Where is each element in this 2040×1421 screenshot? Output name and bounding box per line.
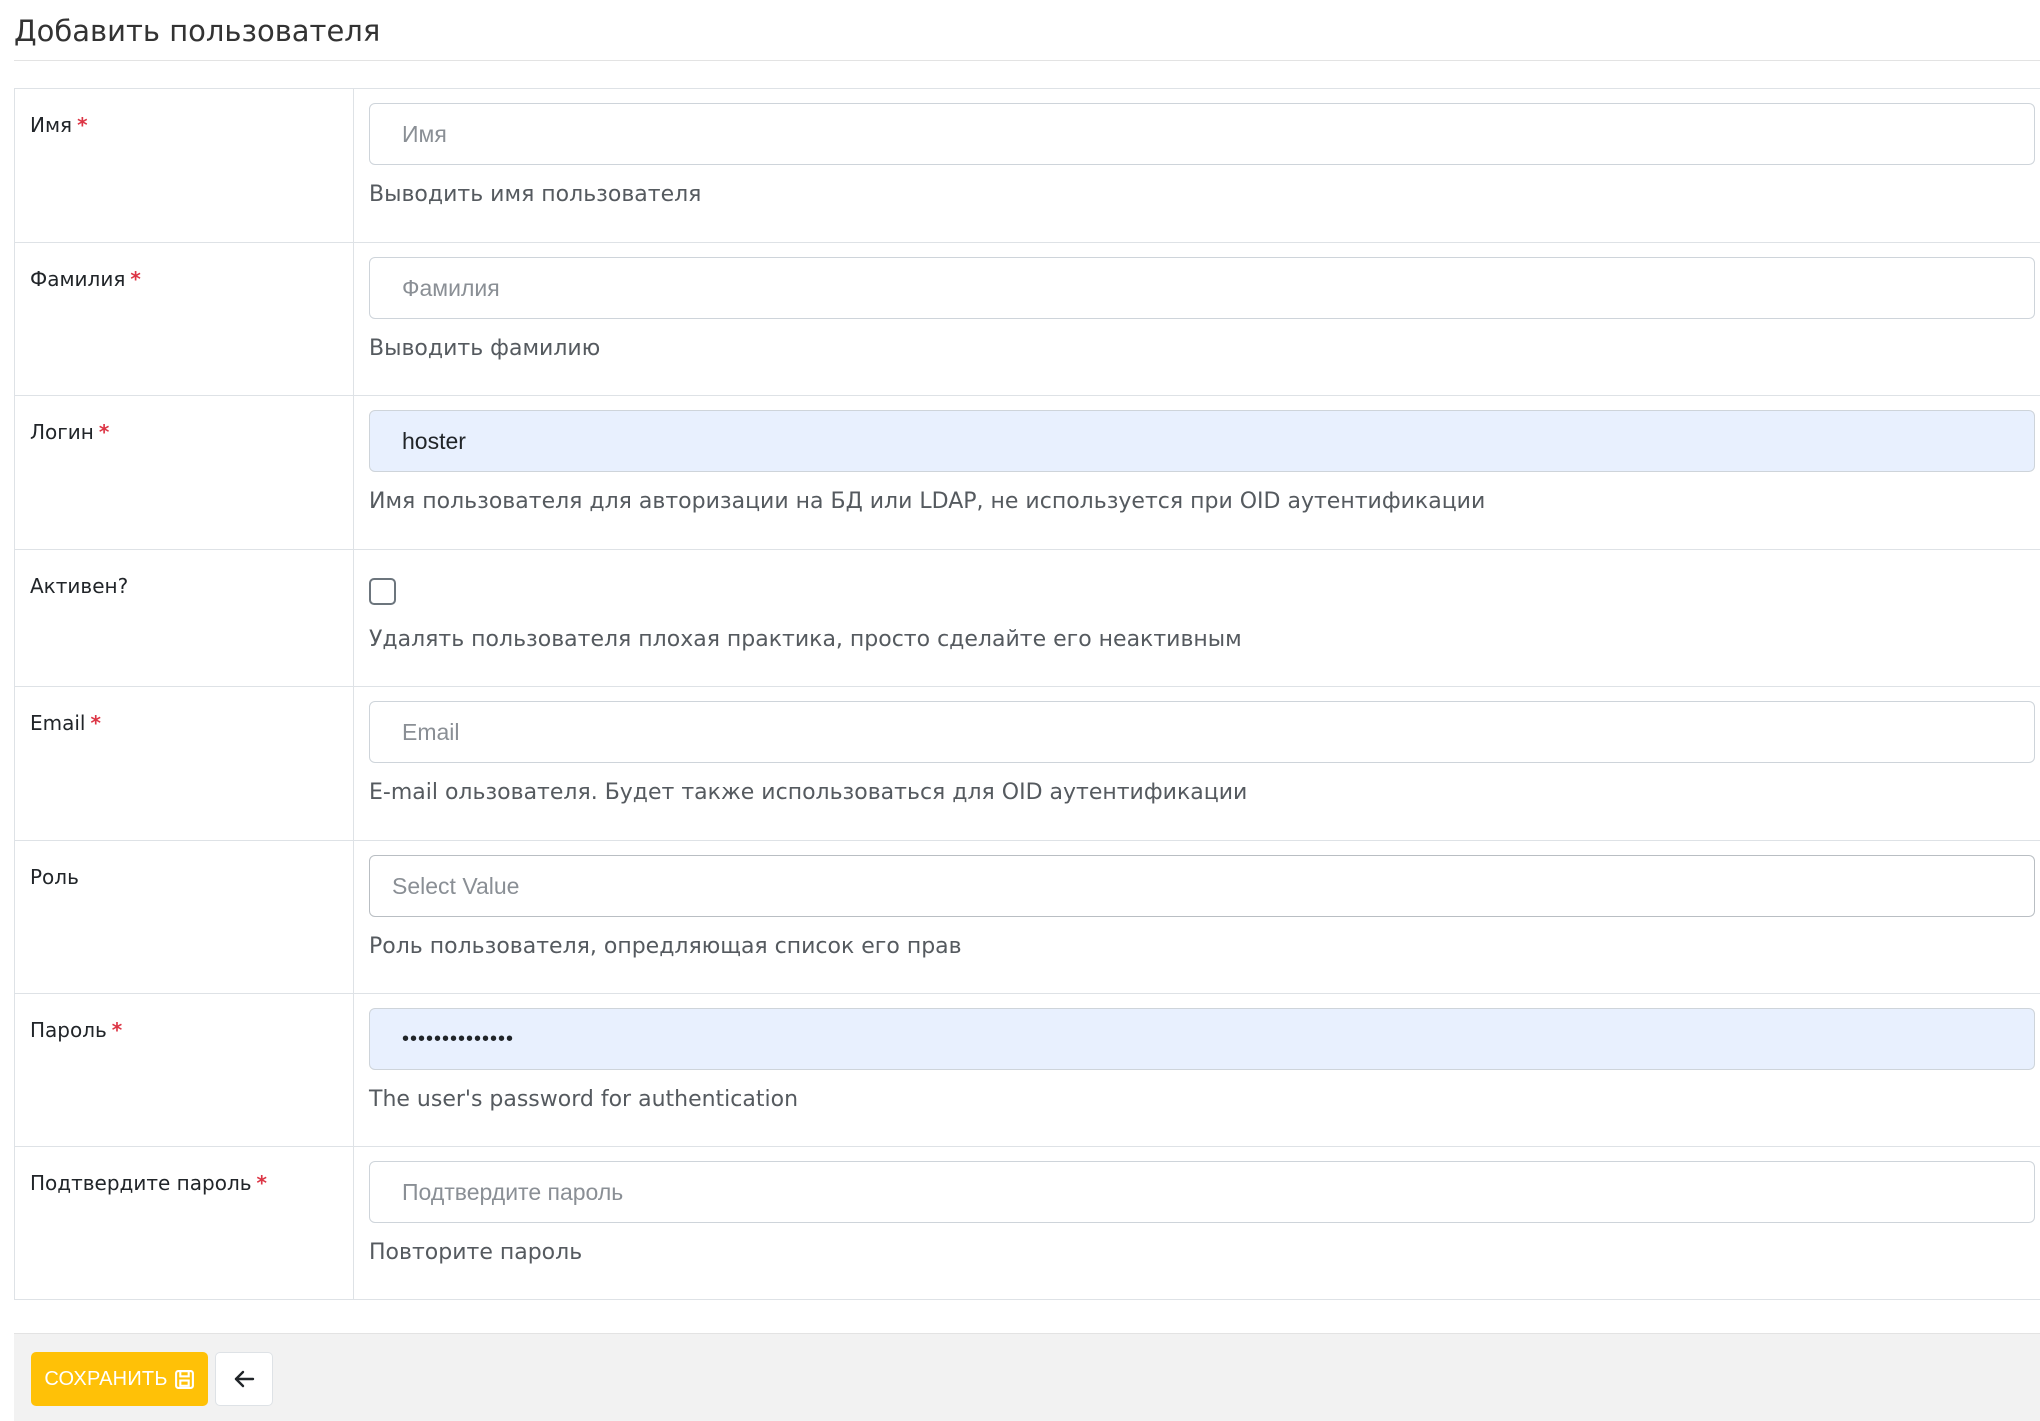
- field-cell-last-name: Выводить фамилию: [354, 243, 2040, 395]
- field-label-first-name: Имя *: [15, 89, 354, 242]
- email-input[interactable]: [369, 701, 2035, 763]
- role-select-placeholder: Select Value: [392, 872, 520, 899]
- form-row-role: Роль Select Value Роль пользователя, опр…: [15, 841, 2040, 994]
- password-input[interactable]: [369, 1008, 2035, 1070]
- page-title: Добавить пользователя: [14, 14, 381, 48]
- save-button-label: СОХРАНИТЬ: [44, 1367, 168, 1390]
- last-name-input[interactable]: [369, 257, 2035, 319]
- field-label-text: Имя: [30, 113, 73, 137]
- active-checkbox[interactable]: [369, 578, 396, 605]
- field-label-text: Email: [30, 711, 86, 735]
- role-help: Роль пользователя, опредляющая список ег…: [369, 934, 962, 959]
- first-name-help: Выводить имя пользователя: [369, 182, 702, 207]
- field-label-password: Пароль *: [15, 994, 354, 1146]
- form-row-password: Пароль* The user's password for authenti…: [15, 994, 2040, 1147]
- save-button[interactable]: СОХРАНИТЬ: [31, 1352, 208, 1406]
- user-form: Имя* Выводить имя пользователя Фамилия* …: [14, 88, 2040, 1300]
- required-marker: *: [77, 113, 88, 137]
- form-row-first-name: Имя* Выводить имя пользователя: [15, 89, 2040, 243]
- form-row-active: Активен? Удалять пользователя плохая пра…: [15, 550, 2040, 687]
- required-marker: *: [256, 1171, 267, 1195]
- role-select[interactable]: Select Value: [369, 855, 2035, 917]
- title-divider: [14, 60, 2040, 61]
- confirm-password-help: Повторите пароль: [369, 1240, 583, 1265]
- required-marker: *: [90, 711, 101, 735]
- field-label-role: Роль: [15, 841, 354, 993]
- required-marker: *: [98, 420, 110, 444]
- field-label-text: Пароль: [30, 1018, 107, 1042]
- field-label-text: Активен?: [30, 574, 129, 598]
- password-help: The user's password for authentication: [369, 1087, 799, 1112]
- form-row-login: Логин* Имя пользователя для авторизации …: [15, 396, 2040, 550]
- login-input[interactable]: [369, 410, 2035, 472]
- form-row-email: Email* E-mail ользователя. Будет также и…: [15, 687, 2040, 841]
- last-name-help: Выводить фамилию: [369, 336, 601, 361]
- field-cell-password: The user's password for authentication: [354, 994, 2040, 1146]
- form-footer: СОХРАНИТЬ: [14, 1333, 2040, 1421]
- field-cell-first-name: Выводить имя пользователя: [354, 89, 2040, 242]
- confirm-password-input[interactable]: [369, 1161, 2035, 1223]
- field-label-text: Подтвердите пароль: [30, 1171, 252, 1195]
- field-cell-confirm-password: Повторите пароль: [354, 1147, 2040, 1299]
- field-label-confirm-password: Подтвердите пароль *: [15, 1147, 354, 1299]
- field-cell-role: Select Value Роль пользователя, опредляю…: [354, 841, 2040, 993]
- email-help: E-mail ользователя. Будет также использо…: [369, 780, 1248, 805]
- form-row-last-name: Фамилия* Выводить фамилию: [15, 243, 2040, 396]
- active-help: Удалять пользователя плохая практика, пр…: [369, 627, 1242, 652]
- required-marker: *: [130, 267, 141, 291]
- field-cell-login: Имя пользователя для авторизации на БД и…: [354, 396, 2040, 549]
- floppy-disk-icon: [174, 1369, 195, 1390]
- field-label-last-name: Фамилия *: [15, 243, 354, 395]
- form-row-confirm-password: Подтвердите пароль * Повторите пароль: [15, 1147, 2040, 1300]
- field-label-active: Активен?: [15, 550, 354, 686]
- field-cell-email: E-mail ользователя. Будет также использо…: [354, 687, 2040, 840]
- required-marker: *: [111, 1018, 123, 1042]
- first-name-input[interactable]: [369, 103, 2035, 165]
- field-cell-active: Удалять пользователя плохая практика, пр…: [354, 550, 2040, 686]
- field-label-text: Логин: [30, 420, 94, 444]
- login-help: Имя пользователя для авторизации на БД и…: [369, 489, 1486, 514]
- arrow-left-icon: [233, 1369, 255, 1389]
- field-label-text: Роль: [30, 865, 79, 889]
- back-button[interactable]: [215, 1352, 273, 1406]
- field-label-text: Фамилия: [30, 267, 126, 291]
- field-label-login: Логин *: [15, 396, 354, 549]
- field-label-email: Email *: [15, 687, 354, 840]
